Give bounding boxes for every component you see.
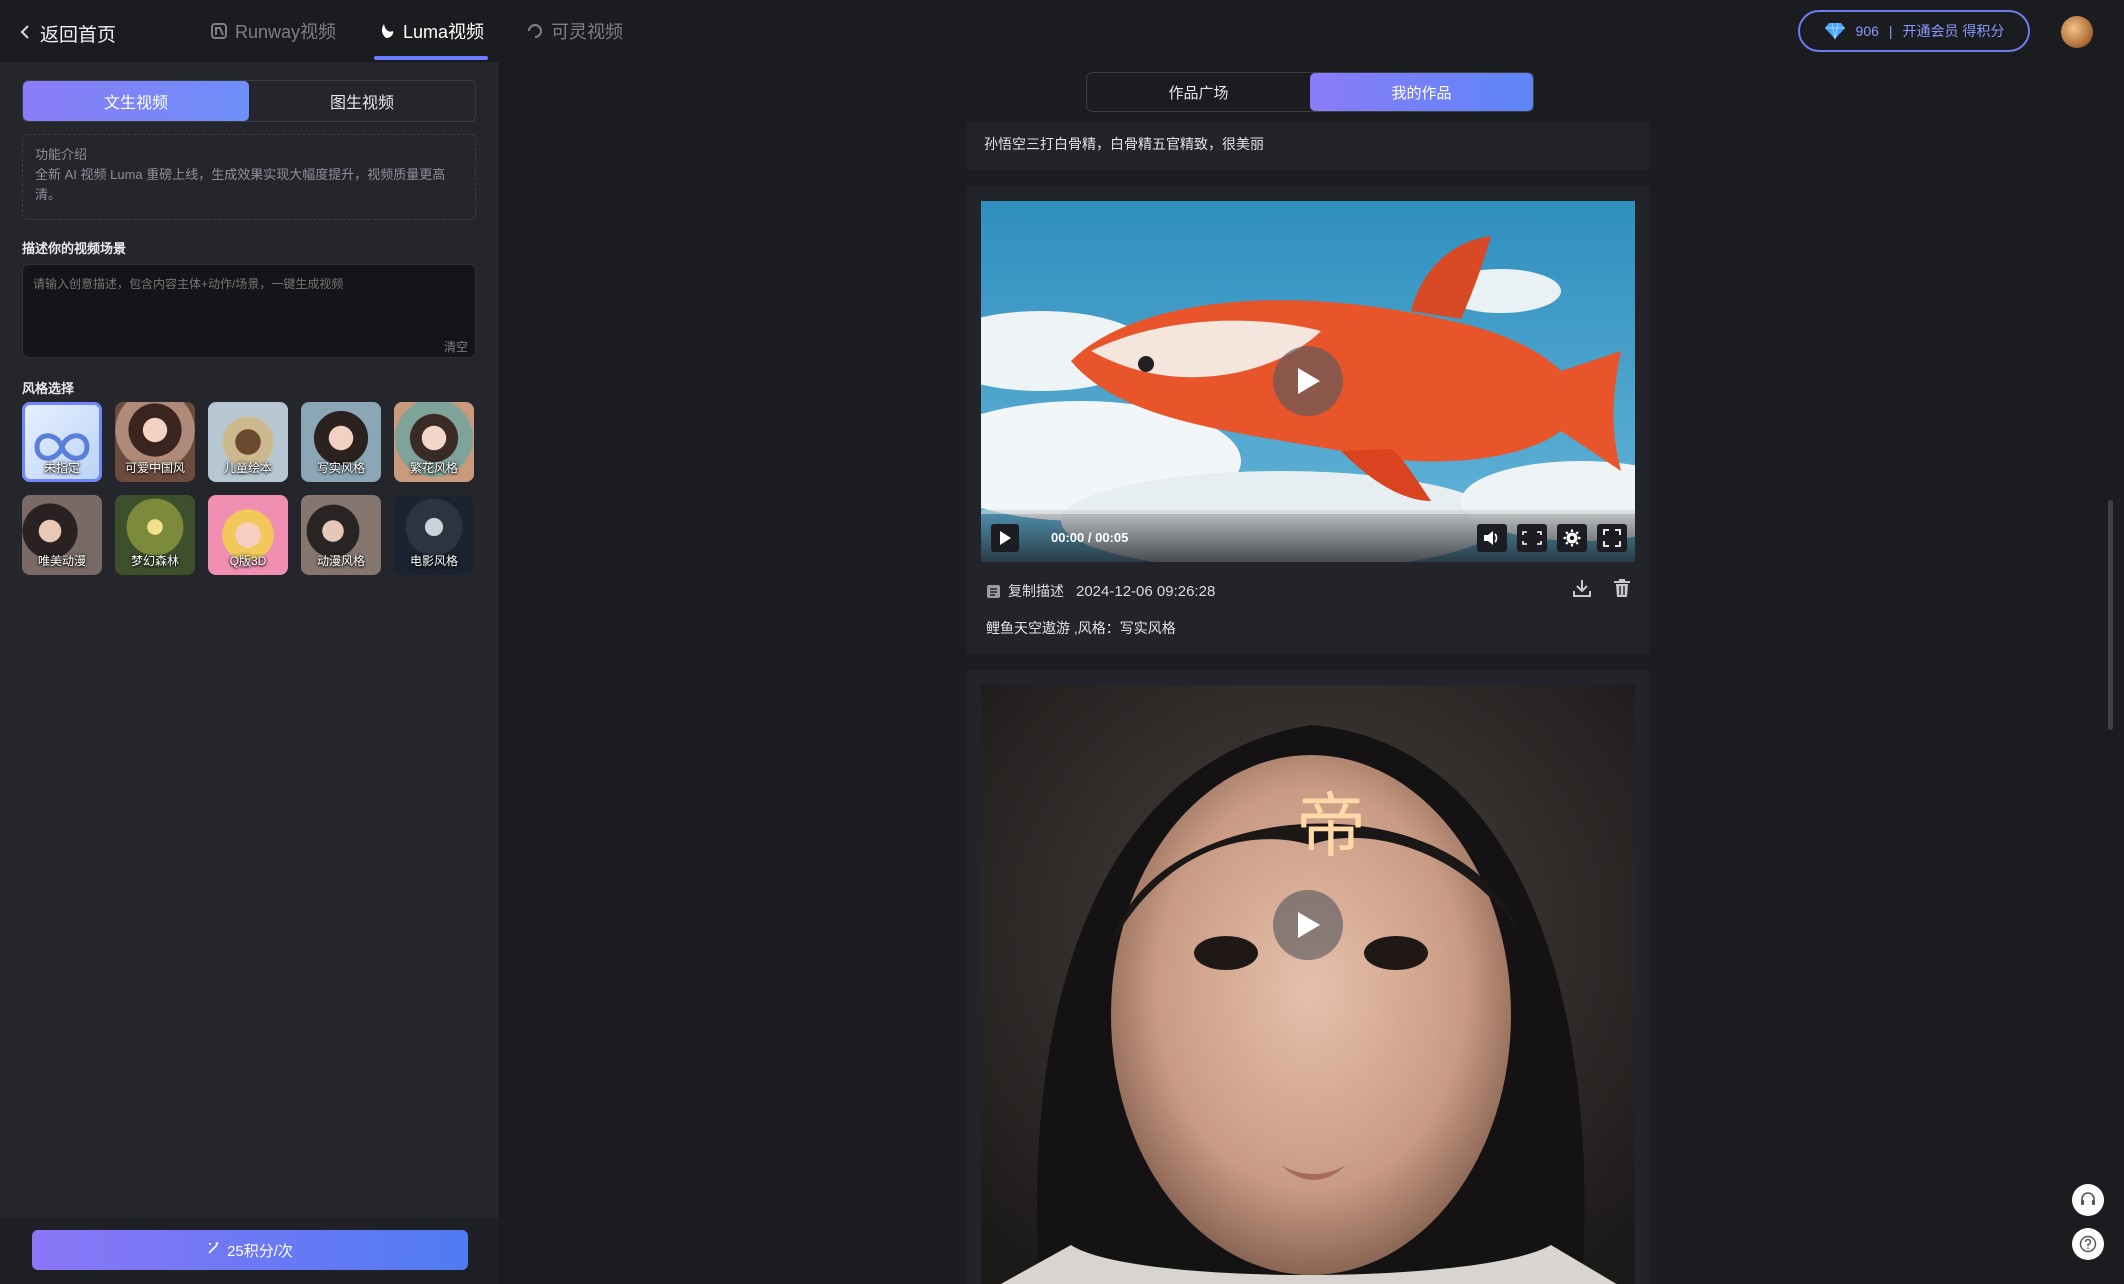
style-caption: 繁花风格 (409, 461, 458, 475)
user-avatar[interactable] (2061, 16, 2093, 48)
copy-description-label: 复制描述 (1008, 583, 1064, 599)
runway-icon (210, 22, 228, 40)
play-overlay-button[interactable] (1273, 890, 1343, 960)
previous-work-card: 孙悟空三打白骨精，白骨精五官精致，很美丽 (966, 122, 1650, 170)
style-caption: 电影风格 (409, 554, 458, 568)
generate-label: 25积分/次 (227, 1242, 293, 1260)
work-description: 鲤鱼天空遨游 ,风格：写实风格 (986, 620, 1176, 636)
clear-button[interactable]: 清空 (444, 338, 468, 355)
fullscreen-icon (1603, 529, 1621, 547)
video-time: 00:00 / 00:05 (1051, 530, 1129, 545)
intro-text: 全新 AI 视频 Luma 重磅上线，生成效果实现大幅度提升，视频质量更高清。 (35, 167, 446, 202)
style-caption: 梦幻森林 (130, 554, 179, 568)
work-date: 2024-12-06 09:26:28 (1076, 582, 1216, 600)
play-overlay-button[interactable] (1273, 346, 1343, 416)
style-option-cute-chinese[interactable]: 可爱中国风 (115, 402, 195, 482)
tab-works-plaza[interactable]: 作品广场 (1087, 73, 1310, 111)
magic-wand-icon (207, 1241, 221, 1259)
previous-work-description: 孙悟空三打白骨精，白骨精五官精致，很美丽 (984, 136, 1264, 152)
chevron-left-icon (20, 23, 30, 44)
style-option-unspecified[interactable]: 未指定 (22, 402, 102, 482)
video-player[interactable]: 00:00 / 00:05 (981, 201, 1635, 562)
feature-intro: 功能介绍 全新 AI 视频 Luma 重磅上线，生成效果实现大幅度提升，视频质量… (22, 134, 476, 220)
tab-kling[interactable]: 可灵视频 (522, 0, 623, 62)
style-caption: 写实风格 (316, 461, 365, 475)
question-icon (2079, 1235, 2097, 1253)
style-caption: 可爱中国风 (124, 461, 185, 475)
video-player[interactable]: 帝 (981, 685, 1635, 1284)
style-option-flower[interactable]: 繁花风格 (394, 402, 474, 482)
style-option-cinema[interactable]: 电影风格 (394, 495, 474, 575)
style-caption: 儿童绘本 (223, 461, 272, 475)
tab-image-to-video[interactable]: 图生视频 (249, 81, 475, 121)
tab-luma[interactable]: Luma视频 (374, 0, 489, 62)
style-option-anime[interactable]: 动漫风格 (301, 495, 381, 575)
points-value: 906 (1855, 23, 1879, 39)
left-panel: 文生视频 图生视频 功能介绍 全新 AI 视频 Luma 重磅上线，生成效果实现… (0, 62, 498, 1284)
control-play-button[interactable] (991, 524, 1019, 552)
widescreen-button[interactable] (1517, 524, 1547, 552)
video-thumbnail-girl: 帝 (981, 685, 1635, 1284)
download-button[interactable] (1572, 578, 1594, 600)
style-caption: Q版3D (229, 554, 267, 568)
style-grid: 未指定 可爱中国风 儿童绘本 写实风格 繁花风格 唯美动漫 梦幻森林 Q版3D … (22, 402, 478, 575)
video-progress[interactable] (981, 510, 1635, 514)
work-card: 帝 (966, 670, 1650, 1284)
customer-service-button[interactable] (2072, 1184, 2104, 1216)
points-vip-button[interactable]: 906 | 开通会员 得积分 (1798, 10, 2030, 52)
vip-text: 开通会员 得积分 (1902, 23, 2005, 39)
fullscreen-button[interactable] (1597, 524, 1627, 552)
help-button[interactable] (2072, 1228, 2104, 1260)
mode-segment: 文生视频 图生视频 (22, 80, 476, 122)
tab-runway-label: Runway视频 (235, 22, 337, 42)
headset-icon (2081, 1192, 2095, 1205)
luma-icon (378, 22, 396, 40)
back-home-label: 返回首页 (40, 25, 117, 46)
intro-title: 功能介绍 (35, 147, 88, 162)
style-option-q3d[interactable]: Q版3D (208, 495, 288, 575)
play-icon (1298, 368, 1320, 394)
settings-button[interactable] (1557, 524, 1587, 552)
style-option-anime-aesthetic[interactable]: 唯美动漫 (22, 495, 102, 575)
tab-text-to-video[interactable]: 文生视频 (23, 81, 249, 121)
play-icon (1000, 531, 1011, 545)
style-option-kids-book[interactable]: 儿童绘本 (208, 402, 288, 482)
gear-icon (1563, 529, 1581, 547)
top-bar: 返回首页 Runway视频 Luma视频 可灵视频 906 | 开通会员 得积分 (0, 0, 2124, 62)
style-caption: 未指定 (43, 461, 80, 475)
prompt-input[interactable] (22, 264, 476, 358)
copy-icon (987, 585, 1000, 598)
pill-divider: | (1888, 23, 1893, 39)
tab-luma-label: Luma视频 (403, 22, 485, 42)
volume-icon (1484, 531, 1498, 545)
work-actions (1572, 578, 1634, 600)
tab-my-works[interactable]: 我的作品 (1310, 73, 1533, 111)
trash-icon (1614, 579, 1630, 597)
tab-runway[interactable]: Runway视频 (206, 0, 336, 62)
style-label: 风格选择 (22, 381, 75, 396)
forehead-glyph: 帝 (1296, 785, 1366, 867)
style-caption: 动漫风格 (316, 554, 365, 568)
generate-button[interactable]: 25积分/次 (32, 1230, 468, 1270)
prompt-label: 描述你的视频场景 (22, 241, 127, 256)
page-scrollbar[interactable] (2108, 500, 2113, 730)
copy-description-button[interactable]: 复制描述 (986, 581, 1064, 601)
delete-button[interactable] (1612, 578, 1634, 600)
play-icon (1298, 912, 1320, 938)
style-caption: 唯美动漫 (37, 554, 86, 568)
works-view-toggle: 作品广场 我的作品 (1086, 72, 1534, 112)
volume-button[interactable] (1477, 524, 1507, 552)
style-option-dream-forest[interactable]: 梦幻森林 (115, 495, 195, 575)
work-meta: 复制描述 2024-12-06 09:26:28 (986, 581, 1215, 601)
video-type-tabs: Runway视频 Luma视频 可灵视频 (206, 0, 661, 62)
video-controls: 00:00 / 00:05 (981, 510, 1635, 562)
tab-kling-label: 可灵视频 (551, 22, 624, 42)
style-option-realistic[interactable]: 写实风格 (301, 402, 381, 482)
diamond-icon (1824, 22, 1846, 40)
work-card: 00:00 / 00:05 复制描述 2024-12-06 09:26:28 鲤… (966, 186, 1650, 654)
kling-icon (526, 22, 544, 40)
download-icon (1573, 580, 1591, 597)
back-home-link[interactable]: 返回首页 (20, 20, 116, 47)
widescreen-icon (1522, 531, 1542, 545)
